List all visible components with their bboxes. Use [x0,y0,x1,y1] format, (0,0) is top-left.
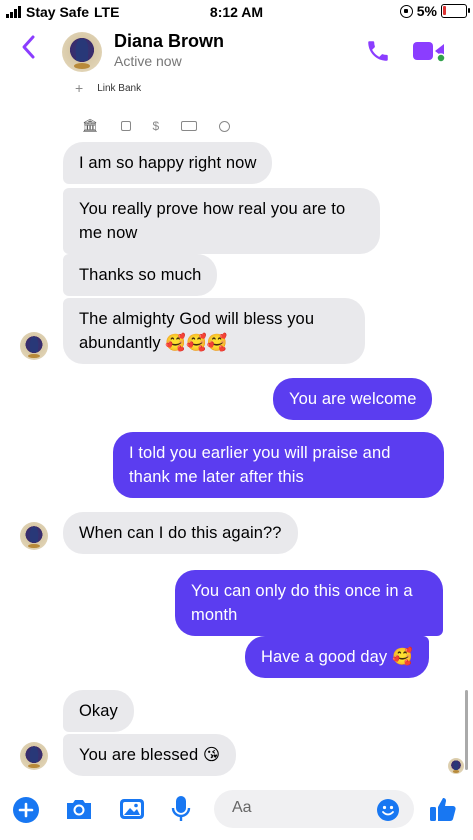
scrollbar[interactable] [465,690,468,770]
bank-icon[interactable]: 🏛 [82,118,99,134]
message-bubble-incoming[interactable]: Thanks so much [63,254,218,296]
battery-icon [441,4,470,18]
link-bank-label: Link Bank [97,82,142,94]
voice-message-button[interactable] [170,794,192,829]
camera-button[interactable] [64,796,94,827]
message-bubble-outgoing[interactable]: Have a good day 🥰 [245,636,429,678]
seen-indicator-avatar [448,758,464,774]
contact-avatar-small[interactable] [20,522,48,550]
contact-avatar-small[interactable] [20,742,48,770]
video-call-button[interactable] [412,40,446,63]
message-bubble-incoming[interactable]: You are blessed 😘 [63,734,237,776]
message-bubble-outgoing[interactable]: You can only do this once in a month [175,570,443,636]
presence-status: Active now [114,53,182,69]
more-actions-button[interactable] [12,796,40,829]
plus-icon: + [75,80,84,96]
contact-name[interactable]: Diana Brown [114,31,224,52]
image-icon [120,799,144,819]
smiley-icon [377,799,399,821]
bank-toolbar: 🏛 $ [66,115,276,137]
gallery-button[interactable] [118,796,146,827]
phone-icon [368,41,388,61]
battery-percent: 5% [416,3,437,19]
message-bubble-incoming[interactable]: You really prove how real you are to me … [63,188,380,254]
clock-icon[interactable] [219,120,231,132]
message-bubble-incoming[interactable]: I am so happy right now [63,142,273,184]
plus-circle-icon [13,797,39,823]
back-button[interactable] [20,34,36,66]
message-bubble-incoming[interactable]: Okay [63,690,134,732]
message-bubble-outgoing[interactable]: I told you earlier you will praise and t… [113,432,444,498]
message-bubble-outgoing[interactable]: You are welcome [273,378,433,420]
dollar-icon[interactable]: $ [153,119,160,133]
receipt-icon[interactable] [181,121,198,131]
like-button[interactable] [428,794,458,829]
contact-avatar[interactable] [62,32,102,72]
chat-header: Diana Brown Active now [0,26,473,78]
message-composer: Aa [0,780,473,840]
chevron-left-icon [22,35,35,59]
emoji-button[interactable] [376,798,400,827]
microphone-icon [171,796,191,821]
status-bar: Stay Safe LTE 8:12 AM 5% [0,0,473,26]
contact-avatar-small[interactable] [20,332,48,360]
audio-call-button[interactable] [365,38,391,64]
video-camera-icon [413,42,446,63]
link-bank-row[interactable]: + Link Bank [75,80,141,96]
thumbs-up-icon [430,798,456,821]
orientation-lock-icon [399,4,413,18]
message-bubble-incoming[interactable]: The almighty God will bless you abundant… [63,298,365,364]
card-icon[interactable] [120,121,131,131]
camera-icon [67,800,91,819]
message-bubble-incoming[interactable]: When can I do this again?? [63,512,298,554]
